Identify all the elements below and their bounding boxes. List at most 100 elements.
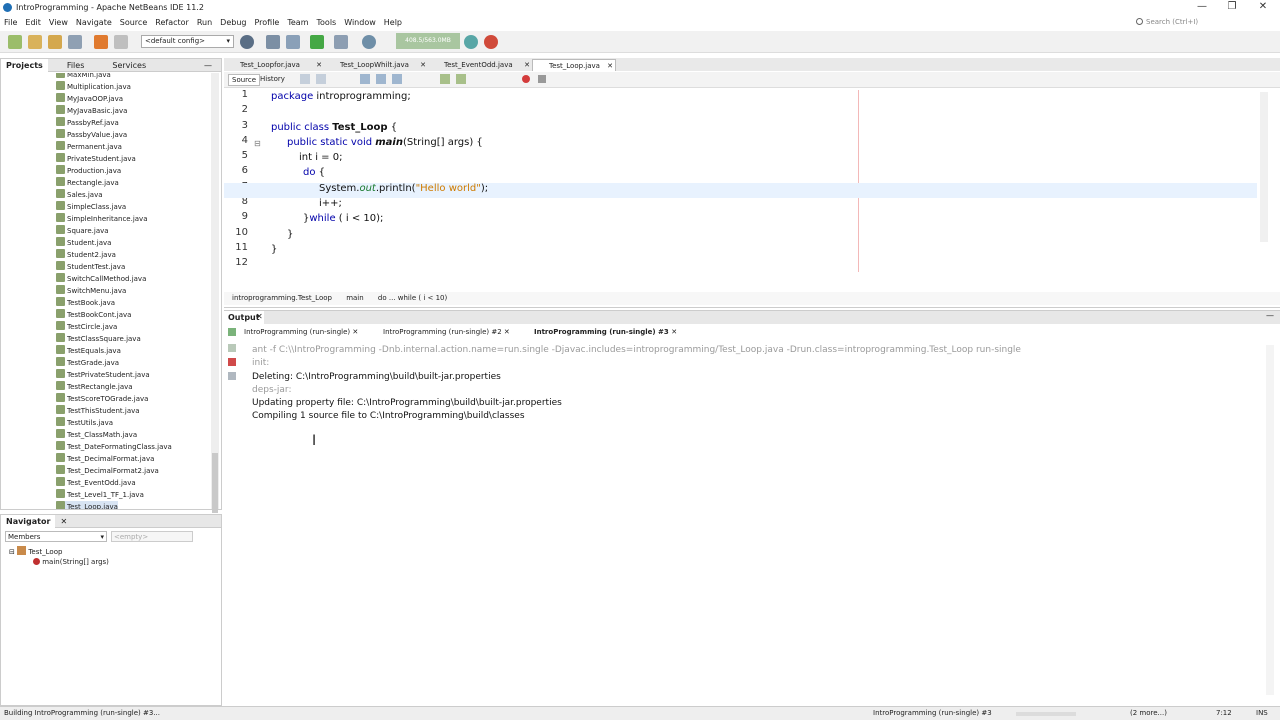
- forward-icon[interactable]: [316, 74, 326, 84]
- file-tree-item[interactable]: Student2.java: [56, 249, 116, 261]
- file-tree-item[interactable]: Student.java: [56, 237, 111, 249]
- tree-scrollbar[interactable]: [211, 73, 219, 513]
- output-scrollbar[interactable]: [1266, 345, 1274, 695]
- shift-right-icon[interactable]: [456, 74, 466, 84]
- menu-source[interactable]: Source: [116, 16, 151, 30]
- file-tree-item[interactable]: Test_Level1_TF_1.java: [56, 489, 144, 501]
- file-tree-item[interactable]: Test_DecimalFormat2.java: [56, 465, 159, 477]
- file-tree-item[interactable]: TestRectangle.java: [56, 381, 133, 393]
- file-tree-item[interactable]: SimpleInheritance.java: [56, 213, 148, 225]
- menu-profile[interactable]: Profile: [250, 16, 283, 30]
- output-tab-3[interactable]: IntroProgramming (run-single) #3 ✕: [530, 326, 682, 339]
- file-tree-item[interactable]: SimpleClass.java: [56, 201, 126, 213]
- file-tree-item[interactable]: Test_EventOdd.java: [56, 477, 136, 489]
- stop-macro-icon[interactable]: [538, 75, 546, 83]
- nav-class-node[interactable]: ⊟ Test_Loop: [9, 546, 62, 556]
- menu-run[interactable]: Run: [193, 16, 216, 30]
- back-icon[interactable]: [300, 74, 310, 84]
- tab-test-loop[interactable]: Test_Loop.java ✕: [532, 59, 616, 71]
- nav-method-node[interactable]: main(String[] args): [33, 558, 109, 566]
- redo-icon[interactable]: [114, 35, 128, 49]
- file-tree-item[interactable]: TestEquals.java: [56, 345, 121, 357]
- breadcrumb-loop[interactable]: do ... while ( i < 10): [378, 294, 447, 302]
- open-project-icon[interactable]: [48, 35, 62, 49]
- minimize-panel-icon[interactable]: —: [199, 59, 217, 72]
- config-select[interactable]: <default config> ▾: [141, 35, 234, 48]
- run-icon[interactable]: [310, 35, 324, 49]
- expand-icon[interactable]: ⊟: [9, 548, 15, 556]
- close-icon[interactable]: ✕: [55, 515, 72, 528]
- tab-services[interactable]: Services: [107, 59, 151, 72]
- file-tree-item[interactable]: SwitchMenu.java: [56, 285, 126, 297]
- output-tab-1[interactable]: IntroProgramming (run-single) ✕: [244, 326, 358, 339]
- restore-button[interactable]: ❐: [1224, 1, 1240, 15]
- file-tree-item[interactable]: Test_Loop.java: [56, 501, 118, 509]
- minimize-button[interactable]: —: [1194, 1, 1210, 15]
- file-tree-item[interactable]: Rectangle.java: [56, 177, 119, 189]
- close-button[interactable]: ✕: [1255, 1, 1271, 15]
- new-project-icon[interactable]: [28, 35, 42, 49]
- file-tree-item[interactable]: TestScoreTOGrade.java: [56, 393, 148, 405]
- debug-icon[interactable]: [334, 35, 348, 49]
- file-tree-item[interactable]: PrivateStudent.java: [56, 153, 136, 165]
- rerun-options-icon[interactable]: [228, 344, 236, 352]
- file-tree-item[interactable]: TestGrade.java: [56, 357, 119, 369]
- clean-build-icon[interactable]: [286, 35, 300, 49]
- status-more[interactable]: (2 more...): [1130, 707, 1167, 720]
- members-select[interactable]: Members ▾: [5, 531, 107, 542]
- file-tree-item[interactable]: TestClassSquare.java: [56, 333, 141, 345]
- hammer-icon[interactable]: [266, 35, 280, 49]
- history-tab[interactable]: History: [260, 75, 285, 83]
- source-tab[interactable]: Source: [228, 74, 261, 86]
- file-tree-item[interactable]: Test_DateFormatingClass.java: [56, 441, 172, 453]
- globe-icon[interactable]: [240, 35, 254, 49]
- file-tree-item[interactable]: Test_DecimalFormat.java: [56, 453, 154, 465]
- file-tree-item[interactable]: TestBook.java: [56, 297, 115, 309]
- close-icon[interactable]: ✕: [420, 59, 426, 71]
- tab-projects[interactable]: Projects: [1, 59, 48, 72]
- scroll-thumb[interactable]: [212, 453, 218, 513]
- record-macro-icon[interactable]: [522, 75, 530, 83]
- stop-build-icon[interactable]: [228, 358, 236, 366]
- file-tree-item[interactable]: TestCircle.java: [56, 321, 117, 333]
- tab-test-loopfor[interactable]: Test_Loopfor.java ✕: [224, 59, 324, 71]
- find-icon[interactable]: [360, 74, 370, 84]
- editor-scrollbar[interactable]: [1260, 92, 1268, 242]
- search-box[interactable]: Search (Ctrl+I): [1136, 16, 1276, 29]
- fold-icon[interactable]: ⊟: [254, 139, 261, 148]
- output-tab-2[interactable]: IntroProgramming (run-single) #2 ✕: [383, 326, 510, 339]
- file-tree-item[interactable]: Sales.java: [56, 189, 103, 201]
- file-tree-item[interactable]: MyJavaOOP.java: [56, 93, 123, 105]
- rerun-icon[interactable]: [228, 328, 236, 336]
- menu-navigate[interactable]: Navigate: [72, 16, 116, 30]
- menu-view[interactable]: View: [45, 16, 72, 30]
- save-all-icon[interactable]: [68, 35, 82, 49]
- close-icon[interactable]: ✕: [524, 59, 530, 71]
- status-task[interactable]: IntroProgramming (run-single) #3: [873, 707, 992, 720]
- file-tree-item[interactable]: PassbyRef.java: [56, 117, 119, 129]
- menu-help[interactable]: Help: [380, 16, 406, 30]
- find-next-icon[interactable]: [392, 74, 402, 84]
- menu-window[interactable]: Window: [340, 16, 380, 30]
- filter-select[interactable]: <empty>: [111, 531, 193, 542]
- file-tree-item[interactable]: StudentTest.java: [56, 261, 125, 273]
- close-icon[interactable]: ✕: [671, 328, 677, 336]
- file-tree-item[interactable]: TestBookCont.java: [56, 309, 131, 321]
- menu-file[interactable]: File: [0, 16, 21, 30]
- breadcrumb-class[interactable]: introprogramming.Test_Loop: [232, 294, 332, 302]
- file-tree-item[interactable]: TestUtils.java: [56, 417, 113, 429]
- minimize-panel-icon[interactable]: —: [1266, 311, 1274, 320]
- file-tree-item[interactable]: Multiplication.java: [56, 81, 131, 93]
- file-tree-item[interactable]: MyJavaBasic.java: [56, 105, 127, 117]
- file-tree-item[interactable]: TestThisStudent.java: [56, 405, 140, 417]
- menu-debug[interactable]: Debug: [216, 16, 250, 30]
- undo-icon[interactable]: [94, 35, 108, 49]
- new-file-icon[interactable]: [8, 35, 22, 49]
- file-tree-item[interactable]: Square.java: [56, 225, 109, 237]
- close-icon[interactable]: ✕: [316, 59, 322, 71]
- menu-refactor[interactable]: Refactor: [151, 16, 193, 30]
- gc-icon[interactable]: [464, 35, 478, 49]
- menu-team[interactable]: Team: [283, 16, 312, 30]
- file-tree-item[interactable]: Production.java: [56, 165, 121, 177]
- file-tree-item[interactable]: TestPrivateStudent.java: [56, 369, 150, 381]
